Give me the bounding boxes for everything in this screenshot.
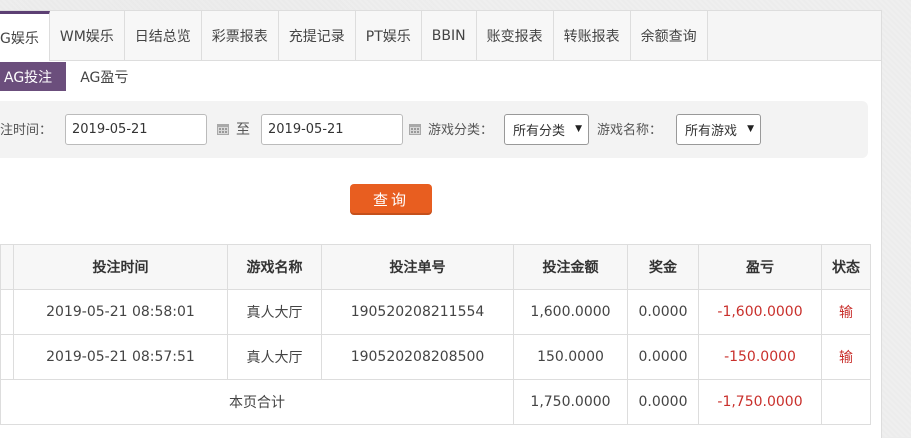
column-header-bet-amount: 投注金额 bbox=[513, 244, 628, 290]
profit-cell: -150.0000 bbox=[698, 334, 822, 380]
calendar-icon[interactable] bbox=[216, 122, 230, 136]
game-name-cell: 真人大厅 bbox=[227, 334, 322, 380]
to-label: 至 bbox=[236, 122, 250, 138]
calendar-icon[interactable] bbox=[408, 122, 422, 136]
total-status-cell bbox=[821, 379, 871, 425]
game-category-value: 所有分类 bbox=[513, 124, 566, 139]
sub-tabs: AG投注 AG盈亏 bbox=[0, 62, 142, 91]
bet-number-cell: 190520208211554 bbox=[321, 289, 514, 335]
game-name-cell: 真人大厅 bbox=[227, 289, 322, 335]
table-cell-leading bbox=[0, 289, 14, 335]
bet-time-label: 注时间： bbox=[0, 123, 53, 138]
subtab-ag-profit[interactable]: AG盈亏 bbox=[66, 62, 142, 91]
bet-amount-cell: 150.0000 bbox=[513, 334, 628, 380]
bonus-cell: 0.0000 bbox=[627, 334, 699, 380]
bets-table: 投注时间 游戏名称 投注单号 投注金额 奖金 盈亏 状态 2019-05-21 … bbox=[0, 244, 871, 425]
bet-time-cell: 2019-05-21 08:58:01 bbox=[13, 289, 228, 335]
bet-amount-cell: 1,600.0000 bbox=[513, 289, 628, 335]
tab-daily-summary[interactable]: 日结总览 bbox=[124, 11, 202, 60]
total-bonus-cell: 0.0000 bbox=[627, 379, 699, 425]
status-cell: 输 bbox=[821, 334, 871, 380]
game-name-label: 游戏名称： bbox=[597, 123, 663, 138]
column-header-profit: 盈亏 bbox=[698, 244, 822, 290]
column-header-bonus: 奖金 bbox=[627, 244, 699, 290]
status-cell: 输 bbox=[821, 289, 871, 335]
table-row: 2019-05-21 08:58:01 真人大厅 190520208211554… bbox=[0, 289, 871, 335]
date-to-input[interactable] bbox=[261, 114, 403, 145]
chevron-down-icon: ▼ bbox=[747, 124, 754, 134]
tab-wm-entertainment[interactable]: WM娱乐 bbox=[49, 11, 125, 60]
game-name-value: 所有游戏 bbox=[685, 124, 738, 139]
filter-bar: 注时间： 至 游戏分类： 所有分类 ▼ 游戏名称： 所有游戏 ▼ bbox=[0, 101, 868, 158]
page-total-label: 本页合计 bbox=[0, 379, 514, 425]
tab-lottery-report[interactable]: 彩票报表 bbox=[201, 11, 279, 60]
game-category-label: 游戏分类： bbox=[428, 123, 494, 138]
query-button[interactable]: 查询 bbox=[350, 184, 432, 215]
bet-number-cell: 190520208208500 bbox=[321, 334, 514, 380]
total-profit-cell: -1,750.0000 bbox=[698, 379, 822, 425]
total-amount-cell: 1,750.0000 bbox=[513, 379, 628, 425]
table-total-row: 本页合计 1,750.0000 0.0000 -1,750.0000 bbox=[0, 379, 871, 425]
tab-transfer-report[interactable]: 转账报表 bbox=[553, 11, 631, 60]
column-header-bet-number: 投注单号 bbox=[321, 244, 514, 290]
tab-deposit-withdraw[interactable]: 充提记录 bbox=[278, 11, 356, 60]
top-tab-bar: G娱乐 WM娱乐 日结总览 彩票报表 充提记录 PT娱乐 BBIN 账变报表 转… bbox=[0, 11, 881, 61]
tab-ag-entertainment[interactable]: G娱乐 bbox=[0, 11, 50, 61]
table-cell-leading bbox=[0, 334, 14, 380]
game-name-select[interactable]: 所有游戏 ▼ bbox=[676, 114, 761, 145]
table-header-row: 投注时间 游戏名称 投注单号 投注金额 奖金 盈亏 状态 bbox=[0, 244, 871, 290]
bet-time-cell: 2019-05-21 08:57:51 bbox=[13, 334, 228, 380]
bonus-cell: 0.0000 bbox=[627, 289, 699, 335]
column-header-status: 状态 bbox=[821, 244, 871, 290]
profit-cell: -1,600.0000 bbox=[698, 289, 822, 335]
column-header-game-name: 游戏名称 bbox=[227, 244, 322, 290]
tab-pt-entertainment[interactable]: PT娱乐 bbox=[355, 11, 422, 60]
tab-account-change[interactable]: 账变报表 bbox=[476, 11, 554, 60]
tab-bbin[interactable]: BBIN bbox=[421, 11, 477, 60]
chevron-down-icon: ▼ bbox=[575, 124, 582, 134]
subtab-ag-bets[interactable]: AG投注 bbox=[0, 62, 67, 91]
date-from-input[interactable] bbox=[65, 114, 207, 145]
column-header-bet-time: 投注时间 bbox=[13, 244, 228, 290]
table-row: 2019-05-21 08:57:51 真人大厅 190520208208500… bbox=[0, 334, 871, 380]
game-category-select[interactable]: 所有分类 ▼ bbox=[504, 114, 589, 145]
tab-balance-query[interactable]: 余额查询 bbox=[630, 11, 708, 60]
column-header-leading bbox=[0, 244, 14, 290]
